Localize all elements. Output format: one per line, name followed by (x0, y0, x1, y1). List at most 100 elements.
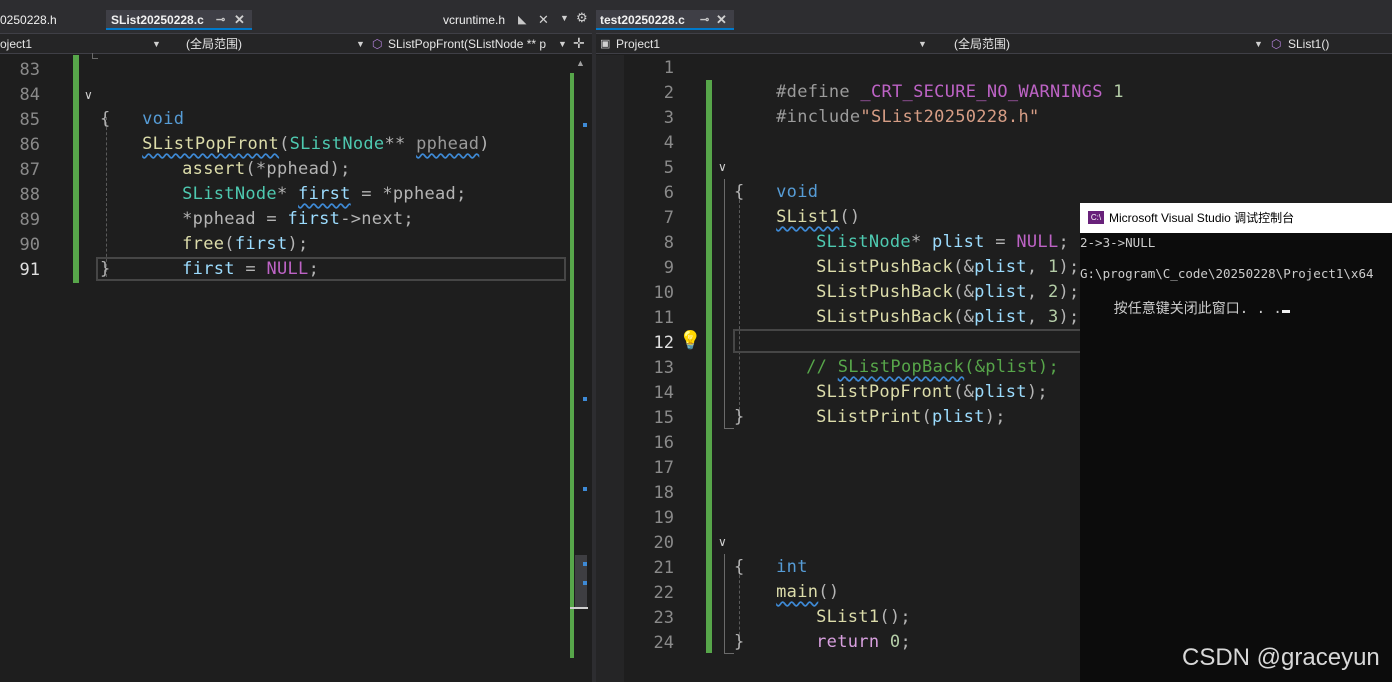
line-number: 19 (653, 508, 674, 528)
tab-slist-source[interactable]: SList20250228.c ⊸ ✕ (106, 10, 252, 30)
line-number: 23 (653, 608, 674, 628)
chevron-down-icon[interactable]: ▼ (152, 36, 161, 52)
line-number: 13 (653, 358, 674, 378)
line-number: 5 (663, 158, 674, 178)
function-name: SListPushBack (816, 307, 954, 327)
code-line: { (734, 182, 745, 202)
scope-combo[interactable]: (全局范围) (186, 36, 356, 52)
line-number: 11 (653, 308, 674, 328)
debug-console-window[interactable]: C:\ Microsoft Visual Studio 调试控制台 2->3->… (1080, 203, 1392, 682)
tab-slist-header[interactable]: 0250228.h (0, 10, 104, 30)
code-line: SListNode* first = *pphead; (140, 157, 467, 204)
split-icon[interactable]: ✛ (573, 35, 585, 52)
code-line: { (734, 557, 745, 577)
code-line: int main() (734, 530, 839, 602)
console-prompt: 按任意键关闭此窗口. . . (1113, 301, 1282, 317)
chevron-down-icon[interactable]: ∨ (718, 535, 727, 549)
scroll-position (570, 607, 588, 609)
punct: ) (479, 134, 490, 154)
right-tab-bar: test20250228.c ⊸ ✕ (596, 0, 1392, 33)
fold-bracket (724, 179, 734, 429)
line-number: 83 (19, 60, 40, 80)
project-combo[interactable]: oject1 (0, 36, 150, 52)
tab-test-source[interactable]: test20250228.c ⊸ ✕ (596, 10, 734, 30)
scroll-marker (583, 562, 587, 566)
line-number: 18 (653, 483, 674, 503)
left-scrollbar[interactable]: ▲ (570, 55, 592, 682)
watermark: CSDN @graceyun (1182, 644, 1380, 671)
punct: ( (921, 407, 933, 427)
chevron-down-icon[interactable]: ▼ (918, 36, 927, 52)
tab-list-dropdown-icon[interactable]: ▼ (560, 13, 569, 23)
code-line: SListNode* plist = NULL; (774, 205, 1069, 252)
code-line: first = NULL; (140, 232, 319, 279)
right-navigation-bar: ▣ Project1 ▼ (全局范围) ▼ ⬡ SList1() (596, 33, 1392, 54)
code-line: void SListPopFront(SListNode** pphead) (100, 82, 490, 154)
pin-icon[interactable]: ⊸ (700, 10, 709, 28)
string: "SList20250228.h" (860, 107, 1040, 127)
line-number: 15 (653, 408, 674, 428)
code-line: SList1(); (774, 580, 911, 627)
gear-icon[interactable]: ⚙ (576, 10, 588, 26)
tab-label: 0250228.h (0, 13, 57, 27)
scroll-marker (583, 397, 587, 401)
chevron-down-icon[interactable]: ∨ (84, 88, 93, 102)
close-icon[interactable]: ✕ (538, 10, 549, 30)
line-number: 4 (663, 133, 674, 153)
line-number: 3 (663, 108, 674, 128)
left-navigation-bar: oject1 ▼ (全局范围) ▼ ⬡ SListPopFront(SListN… (0, 33, 592, 54)
punct: ); (1026, 382, 1048, 402)
scroll-up-icon[interactable]: ▲ (576, 58, 585, 68)
line-number: 20 (653, 533, 674, 553)
chevron-down-icon[interactable]: ▼ (1254, 36, 1263, 52)
variable: first (182, 259, 235, 279)
member-icon: ⬡ (372, 37, 383, 51)
variable: plist (932, 407, 985, 427)
code-line: } (734, 407, 745, 427)
line-number: 7 (663, 208, 674, 228)
code-line: #include"SList20250228.h" (734, 80, 1040, 127)
member-icon: ⬡ (1271, 37, 1282, 51)
line-number: 22 (653, 583, 674, 603)
pin-icon[interactable]: ◣ (518, 10, 526, 30)
chevron-down-icon[interactable]: ▼ (558, 36, 567, 52)
code-line: SListPushBack(&plist, 1); (774, 230, 1080, 277)
number: 3 (1047, 307, 1059, 327)
variable: plist (974, 307, 1027, 327)
parameter: pphead (416, 134, 480, 154)
member-combo[interactable]: SListPopFront(SListNode ** p (388, 36, 553, 52)
line-number: 8 (663, 233, 674, 253)
fold-bracket (92, 53, 98, 59)
left-tab-bar: 0250228.h SList20250228.c ⊸ ✕ vcruntime.… (0, 0, 592, 33)
change-bar (706, 80, 712, 653)
close-icon[interactable]: ✕ (716, 10, 727, 28)
code-line: } (100, 259, 111, 279)
code-line: *pphead = first->next; (140, 182, 414, 229)
punct: ); (984, 407, 1006, 427)
tab-vcruntime[interactable]: vcruntime.h ◣ ✕ (438, 10, 558, 30)
line-number: 17 (653, 458, 674, 478)
keyword: void (142, 109, 185, 129)
console-cursor (1281, 310, 1290, 313)
line-number: 90 (19, 235, 40, 255)
console-title-bar[interactable]: C:\ Microsoft Visual Studio 调试控制台 (1080, 203, 1392, 233)
pin-icon[interactable]: ⊸ (216, 10, 225, 28)
tab-label: vcruntime.h (443, 13, 506, 27)
scope-combo[interactable]: (全局范围) (954, 36, 1254, 52)
keyword: return (816, 632, 880, 652)
preprocessor: #include (776, 107, 861, 127)
member-combo[interactable]: SList1() (1288, 36, 1388, 52)
close-icon[interactable]: ✕ (234, 10, 245, 28)
chevron-down-icon[interactable]: ▼ (356, 36, 365, 52)
project-combo[interactable]: Project1 (616, 36, 916, 52)
line-number: 84 (19, 85, 40, 105)
chevron-down-icon[interactable]: ∨ (718, 160, 727, 174)
line-number: 85 (19, 110, 40, 130)
punct: ; (900, 632, 911, 652)
number: 1 (1102, 82, 1124, 102)
code-line-comment: // SListPopBack(&plist); (764, 330, 1059, 377)
code-line: { (100, 109, 111, 129)
lightbulb-icon[interactable]: 💡 (679, 330, 701, 351)
line-number: 16 (653, 433, 674, 453)
scroll-marker (583, 581, 587, 585)
